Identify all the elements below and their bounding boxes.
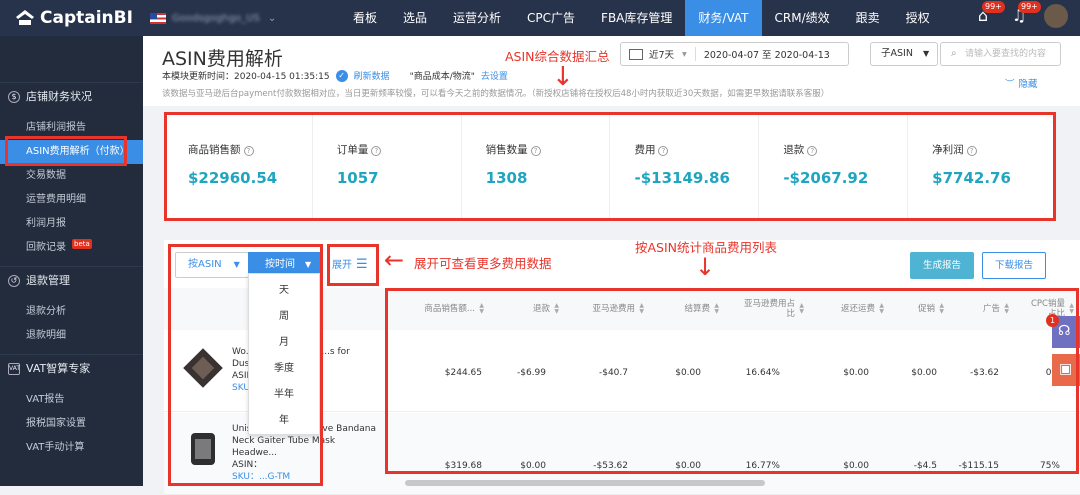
sidebar: $ 店铺财务状况 店铺利润报告 ASIN费用解析（付款） 交易数据 运营费用明细 … [0,36,143,486]
generate-report-button[interactable]: 生成报告 [910,252,974,279]
asin-type-select[interactable]: 子ASIN ▼ [870,42,938,66]
date-range-picker[interactable]: 近7天 ▾ 2020-04-07 至 2020-04-13 [620,42,849,66]
download-report-button[interactable]: 下载报告 [982,252,1046,279]
sidebar-item-refund-analysis[interactable]: 退款分析 [0,300,143,324]
vat-icon: VAT [8,362,20,375]
update-info: 本模块更新时间：2020-04-15 01:35:15 ✓ 刷新数据 "商品成本… [162,69,508,82]
logo[interactable]: CaptainBI [0,8,150,28]
sidebar-group-label: 退款管理 [26,273,70,287]
annotation-expand-note: 展开可查看更多费用数据 [414,256,552,271]
arrow-down-icon: ↓ [695,253,716,281]
top-nav: CaptainBI Goodsgoghgo_US ⌄ 看板 选品 运营分析 CP… [0,0,1080,36]
notification-badge: 99+ [1018,1,1041,13]
chevron-down-icon: ⌄ [267,12,277,24]
hide-button[interactable]: ︶ 隐藏 [1005,76,1038,90]
page-header: ASIN费用解析 本模块更新时间：2020-04-15 01:35:15 ✓ 刷… [143,36,1080,106]
beta-badge: beta [72,239,92,249]
nav-item-finance[interactable]: 财务/VAT [685,0,762,36]
horizontal-scrollbar[interactable] [405,480,765,486]
sidebar-group-label: VAT智算专家 [26,361,91,375]
account-name: Goodsgoghgo_US [172,12,260,24]
task-icon[interactable]: ⌂ 99+ [972,1,1005,27]
bell-icon[interactable]: ♫ 99+ [1008,1,1041,27]
hide-label: 隐藏 [1018,79,1038,90]
avatar[interactable] [1044,4,1068,28]
sidebar-item-refund-detail[interactable]: 退款明细 [0,324,143,348]
nav-item-dashboard[interactable]: 看板 [340,0,390,36]
refresh-link[interactable]: 刷新数据 [354,69,390,82]
top-icons: ⌂ 99+ ♫ 99+ [972,1,1068,28]
sidebar-item-label: 回款记录 [26,242,66,253]
account-switcher[interactable]: Goodsgoghgo_US ⌄ [150,12,320,24]
annotation-box-summary [164,112,1056,221]
description: 该数据与亚马逊后台payment付款数据相对应，当日更新频率较慢，可以看今天之前… [162,89,830,99]
sidebar-item-vat-report[interactable]: VAT报告 [0,388,143,412]
update-time: 本模块更新时间：2020-04-15 01:35:15 [162,72,330,82]
eye-closed-icon: ︶ [1005,79,1015,90]
page-title: ASIN费用解析 [162,48,283,70]
dollar-icon: $ [8,90,20,103]
nav-item-fba[interactable]: FBA库存管理 [588,0,685,36]
sidebar-item-vat-manual[interactable]: VAT手动计算 [0,436,143,460]
main-nav: 看板 选品 运营分析 CPC广告 FBA库存管理 财务/VAT CRM/绩效 跟… [340,0,943,36]
sidebar-item-payment-records[interactable]: 回款记录 beta [0,236,143,260]
check-icon: ✓ [335,69,348,82]
nav-item-operations[interactable]: 运营分析 [440,0,514,36]
annotation-box-sidebar [5,136,127,166]
arrow-left-icon: ← [384,246,405,274]
range-chevron-icon: ▾ [682,48,687,60]
select-caret-icon: ▼ [922,49,930,58]
search-icon: ⌕ [951,48,957,59]
nav-item-authorize[interactable]: 授权 [893,0,943,36]
sidebar-item-op-expenses[interactable]: 运营费用明细 [0,188,143,212]
logo-text: CaptainBI [40,8,133,28]
sidebar-group-label: 店铺财务状况 [26,89,92,103]
nav-item-cpc[interactable]: CPC广告 [514,0,588,36]
range-select[interactable]: 近7天 [649,47,674,61]
date-range-text[interactable]: 2020-04-07 至 2020-04-13 [694,47,830,61]
cost-label: "商品成本/物流" [409,72,475,82]
annotation-box-time-toggle [168,244,323,486]
annotation-box-table [385,288,1079,474]
nav-item-crm[interactable]: CRM/绩效 [762,0,843,36]
sidebar-item-tax-country[interactable]: 报税国家设置 [0,412,143,436]
nav-item-product-selection[interactable]: 选品 [390,0,440,36]
calendar-icon [629,48,643,60]
arrow-down-icon: ↓ [552,62,574,92]
sidebar-group-store-finance[interactable]: $ 店铺财务状况 [0,82,143,110]
nav-item-follow-sell[interactable]: 跟卖 [843,0,893,36]
sidebar-item-monthly-profit[interactable]: 利润月报 [0,212,143,236]
refund-icon: ↺ [8,274,20,287]
sidebar-item-transactions[interactable]: 交易数据 [0,164,143,188]
cost-settings-link[interactable]: 去设置 [481,69,508,82]
annotation-box-expand [327,244,379,286]
search-input[interactable]: 请输入要查找的内容 [940,42,1061,66]
captain-hat-icon [16,10,34,25]
asin-type-label: 子ASIN [881,48,913,59]
us-flag-icon [150,12,166,24]
sidebar-group-vat[interactable]: VAT VAT智算专家 [0,354,143,382]
sidebar-group-refund[interactable]: ↺ 退款管理 [0,266,143,294]
task-badge: 99+ [982,1,1005,13]
